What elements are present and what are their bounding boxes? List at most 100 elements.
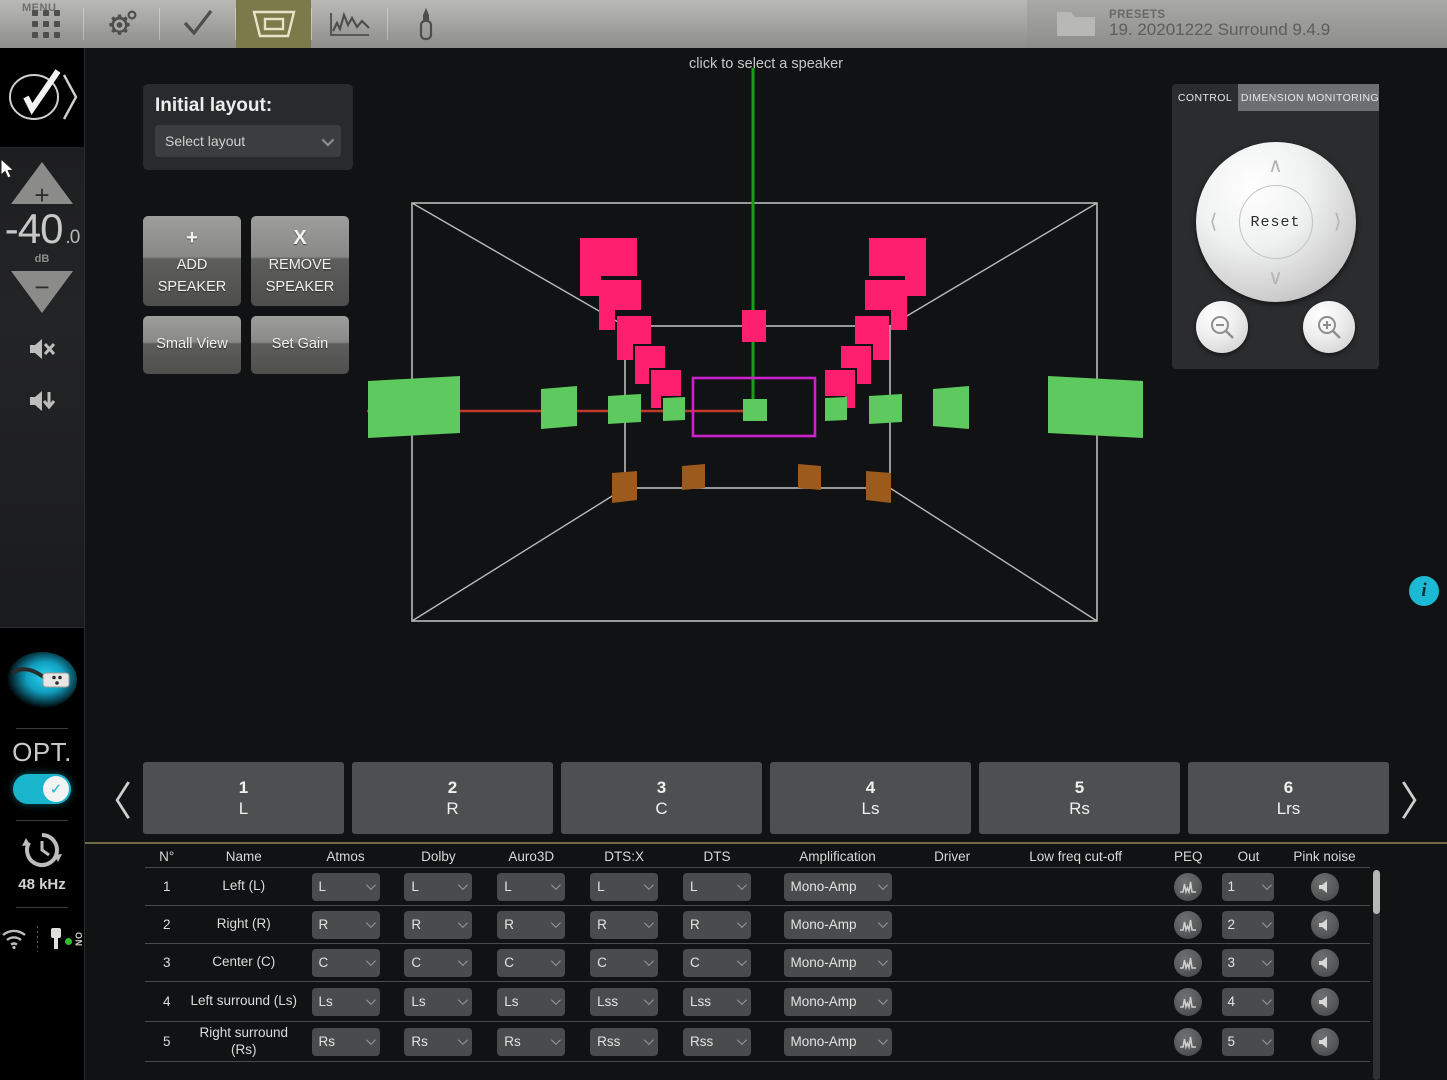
table-row[interactable]: 5Right surround (Rs)RsRsRsRssRssMono-Amp… [145,1022,1370,1062]
peq-button[interactable] [1174,911,1202,939]
dropdown-dolby[interactable]: Ls [404,988,472,1016]
dropdown-dtsx[interactable]: Rss [590,1028,658,1056]
dropdown-dts[interactable]: Rss [683,1028,751,1056]
zoom-out-button[interactable] [1196,301,1248,353]
dropdown-value: Rs [411,1034,428,1049]
tab-dimension[interactable]: DIMENSION [1238,92,1307,104]
dropdown-dolby[interactable]: R [404,911,472,939]
peq-button[interactable] [1174,988,1202,1016]
reset-button[interactable]: Reset [1239,185,1313,259]
pan-down-icon[interactable]: ∨ [1268,268,1283,288]
tab-monitoring[interactable]: MONITORING [1307,92,1379,104]
dropdown-atmos[interactable]: L [312,873,380,901]
status-dotted-divider [37,926,38,952]
layout-action-buttons: + ADD SPEAKER X REMOVE SPEAKER Small Vie… [143,216,349,374]
dropdown-dts[interactable]: R [683,911,751,939]
settings-button[interactable] [84,0,159,48]
table-scrollbar-thumb[interactable] [1373,870,1380,914]
dropdown-atmos[interactable]: Ls [312,988,380,1016]
speaker-tab-c[interactable]: 3C [561,762,762,834]
info-icon[interactable]: i [1409,576,1439,606]
peq-button[interactable] [1174,873,1202,901]
dropdown-auro3d[interactable]: C [497,949,565,977]
speaker-tab-rs[interactable]: 5Rs [979,762,1180,834]
pink-noise-button[interactable] [1311,873,1339,901]
table-row[interactable]: 4Left surround (Ls)LsLsLsLssLssMono-Amp4 [145,982,1370,1022]
dropdown-atmos[interactable]: R [312,911,380,939]
zoom-in-button[interactable] [1303,301,1355,353]
microphone-button[interactable] [388,0,463,48]
table-row[interactable]: 1Left (L)LLLLLMono-Amp1 [145,868,1370,906]
dropdown-auro3d[interactable]: L [497,873,565,901]
dropdown-dts[interactable]: L [683,873,751,901]
speaker-layout-tab[interactable] [236,0,311,48]
tab-control[interactable]: CONTROL [1172,84,1238,111]
speaker-tabs-prev-button[interactable]: 〈 [85,769,139,827]
speaker-tab-l[interactable]: 1L [143,762,344,834]
dropdown-atmos[interactable]: C [312,949,380,977]
dropdown-amplification[interactable]: Mono-Amp [784,949,892,977]
plug-icon[interactable] [48,927,64,951]
menu-grid-button[interactable] [8,0,83,48]
mute-button[interactable] [28,337,56,361]
measurement-button[interactable] [312,0,387,48]
small-view-button[interactable]: Small View [143,316,241,374]
dropdown-dts[interactable]: C [683,949,751,977]
add-speaker-button[interactable]: + ADD SPEAKER [143,216,241,306]
layout-select[interactable]: Select layout [155,125,341,157]
dropdown-out[interactable]: 1 [1222,873,1274,901]
add-speaker-symbol: + [186,224,198,253]
dropdown-dts[interactable]: Lss [683,988,751,1016]
dropdown-dolby[interactable]: L [404,873,472,901]
wifi-icon[interactable] [1,929,27,949]
dropdown-out[interactable]: 4 [1222,988,1274,1016]
dropdown-dtsx[interactable]: L [590,873,658,901]
view-dpad[interactable]: ∧ ∨ ⟨ ⟩ Reset [1196,142,1356,302]
presets-bar[interactable]: PRESETS 19. 20201222 Surround 9.4.9 [1027,0,1447,48]
chevron-down-icon [877,880,887,890]
dropdown-dolby[interactable]: Rs [404,1028,472,1056]
dropdown-dtsx[interactable]: Lss [590,988,658,1016]
pink-noise-button[interactable] [1311,1028,1339,1056]
dropdown-amplification[interactable]: Mono-Amp [784,988,892,1016]
dropdown-auro3d[interactable]: Rs [497,1028,565,1056]
dropdown-out[interactable]: 3 [1222,949,1274,977]
volume-up-button[interactable]: + [11,162,73,208]
peq-button[interactable] [1174,1028,1202,1056]
dropdown-dolby[interactable]: C [404,949,472,977]
dropdown-out[interactable]: 2 [1222,911,1274,939]
dropdown-atmos[interactable]: Rs [312,1028,380,1056]
peq-button[interactable] [1174,949,1202,977]
speaker-tab-ls[interactable]: 4Ls [770,762,971,834]
dropdown-value: L [690,879,698,894]
dropdown-out[interactable]: 5 [1222,1028,1274,1056]
speaker-tab-lrs[interactable]: 6Lrs [1188,762,1389,834]
volume-down-button[interactable]: − [11,265,73,313]
remove-speaker-button[interactable]: X REMOVE SPEAKER [251,216,349,306]
pink-noise-button[interactable] [1311,949,1339,977]
pan-up-icon[interactable]: ∧ [1268,156,1283,176]
dropdown-amplification[interactable]: Mono-Amp [784,873,892,901]
pan-left-icon[interactable]: ⟨ [1210,212,1218,232]
dropdown-amplification[interactable]: Mono-Amp [784,911,892,939]
chevron-down-icon [458,1035,468,1045]
set-gain-button[interactable]: Set Gain [251,316,349,374]
input-toggle[interactable]: ✓ [13,774,71,804]
input-connector-icon[interactable] [6,642,78,718]
table-row[interactable]: 2Right (R)RRRRRMono-Amp2 [145,906,1370,944]
pan-right-icon[interactable]: ⟩ [1334,212,1342,232]
table-row[interactable]: 3Center (C)CCCCCMono-Amp3 [145,944,1370,982]
pink-noise-button[interactable] [1311,911,1339,939]
dropdown-amplification[interactable]: Mono-Amp [784,1028,892,1056]
dropdown-auro3d[interactable]: Ls [497,988,565,1016]
calibration-check-button[interactable] [160,0,235,48]
dim-button[interactable] [28,389,56,413]
dropdown-dtsx[interactable]: R [590,911,658,939]
dropdown-dtsx[interactable]: C [590,949,658,977]
dropdown-auro3d[interactable]: R [497,911,565,939]
rail-status-top[interactable] [0,48,84,148]
speaker-tabs-next-button[interactable]: 〉 [1393,769,1447,827]
speaker-tab-r[interactable]: 2R [352,762,553,834]
small-view-label: Small View [156,334,227,355]
pink-noise-button[interactable] [1311,988,1339,1016]
